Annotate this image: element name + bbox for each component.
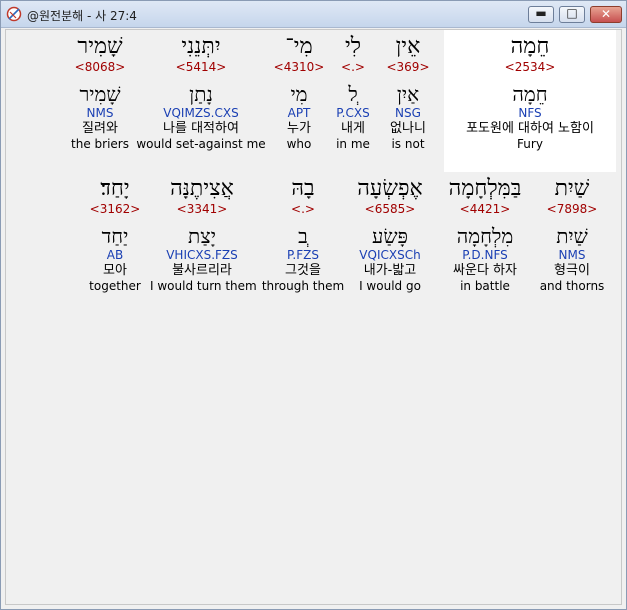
- minimize-icon: ▬: [535, 6, 547, 20]
- word-block[interactable]: יִתְּנֵנִי <5414> נָתַן VQIMZS.CXS 나를 대적…: [136, 34, 266, 152]
- hebrew-word: אֵין: [395, 34, 421, 59]
- hebrew-lemma: מִי: [290, 82, 308, 106]
- korean-gloss: 모아: [103, 263, 127, 278]
- parse-code: NFS: [518, 106, 542, 120]
- korean-gloss: 싸운다 하자: [453, 263, 517, 278]
- hebrew-lemma: שָׁמִיר: [79, 82, 121, 106]
- english-gloss: I would go: [359, 279, 421, 293]
- hebrew-word: שַׁיִת: [554, 176, 590, 201]
- parse-code: VHICXS.FZS: [166, 248, 238, 262]
- close-button[interactable]: ✕: [590, 6, 622, 23]
- parse-code: NSG: [395, 106, 421, 120]
- strong-number[interactable]: <3341>: [150, 202, 254, 216]
- english-gloss: in me: [336, 137, 370, 151]
- english-gloss: Fury: [517, 137, 543, 151]
- english-gloss: I would turn them: [150, 279, 257, 293]
- word-block[interactable]: יָחַד׃ <3162> יַחַד AB 모아 together: [84, 176, 146, 294]
- korean-gloss: 나를 대적하여: [163, 121, 239, 136]
- word-block[interactable]: לִי <.> ְל P.CXS 내게 in me: [328, 34, 378, 152]
- english-gloss: the briers: [71, 137, 129, 151]
- strong-number[interactable]: <369>: [376, 60, 440, 74]
- hebrew-word: אֶפְשְׂעָה: [357, 176, 423, 201]
- english-gloss: and thorns: [539, 279, 605, 293]
- korean-gloss: 형극이: [554, 263, 590, 278]
- hebrew-lemma: מִלְחָמָה: [456, 224, 514, 248]
- hebrew-lemma: ְל: [348, 82, 358, 106]
- hebrew-lemma: נָתַן: [189, 82, 213, 106]
- parse-code: AB: [106, 248, 124, 262]
- title-bar[interactable]: @원전분해 - 사 27:4 ▬ □ ✕: [1, 1, 626, 28]
- strong-number[interactable]: <8068>: [64, 60, 136, 74]
- hebrew-lemma: חֵמָה: [512, 82, 548, 106]
- hebrew-word: בָהּ: [291, 176, 315, 201]
- korean-gloss: 내게: [341, 121, 365, 136]
- app-window: @원전분해 - 사 27:4 ▬ □ ✕ חֵמָה <2534> חֵמָה …: [0, 0, 627, 610]
- parse-code: NMS: [558, 248, 586, 262]
- hebrew-word: אֲצִיתֶנָּה: [170, 176, 234, 201]
- word-block[interactable]: שַׁיִת <7898> שַׁיִת NMS 형극이 and thorns: [536, 176, 608, 294]
- strong-number[interactable]: <2534>: [444, 60, 616, 74]
- hebrew-word: שָׁמִיר: [77, 34, 123, 59]
- english-gloss: in battle: [460, 279, 510, 293]
- parse-code: NMS: [86, 106, 114, 120]
- strong-number[interactable]: <6585>: [346, 202, 434, 216]
- hebrew-lemma: יַחַד: [101, 224, 129, 248]
- parse-code: P.CXS: [336, 106, 370, 120]
- maximize-icon: □: [566, 6, 578, 20]
- maximize-button[interactable]: □: [559, 6, 585, 23]
- parse-code: P.D.NFS: [462, 248, 508, 262]
- parse-code: P.FZS: [287, 248, 319, 262]
- hebrew-word: יִתְּנֵנִי: [181, 34, 221, 59]
- word-block[interactable]: מִי־ <4310> מִי APT 누가 who: [272, 34, 326, 152]
- strong-number[interactable]: <.>: [258, 202, 348, 216]
- english-gloss: together: [89, 279, 141, 293]
- word-block[interactable]: בַּמִּלְחָמָה <4421> מִלְחָמָה P.D.NFS 싸…: [438, 176, 532, 294]
- strong-number[interactable]: <3162>: [84, 202, 146, 216]
- hebrew-lemma: ְב: [298, 224, 308, 248]
- english-gloss: through them: [261, 279, 345, 293]
- english-gloss: would set-against me: [136, 137, 266, 151]
- strong-number[interactable]: <7898>: [536, 202, 608, 216]
- hebrew-word: בַּמִּלְחָמָה: [448, 176, 522, 201]
- parse-code: APT: [287, 106, 311, 120]
- app-logo-icon: [6, 6, 22, 22]
- word-block[interactable]: חֵמָה <2534> חֵמָה NFS 포도원에 대하여 노함이 Fury: [444, 34, 616, 152]
- minimize-button[interactable]: ▬: [528, 6, 554, 23]
- korean-gloss: 불사르리라: [172, 263, 232, 278]
- word-block[interactable]: שָׁמִיר <8068> שָׁמִיר NMS 질려와 the brier…: [64, 34, 136, 152]
- strong-number[interactable]: <5414>: [136, 60, 266, 74]
- word-block[interactable]: אֶפְשְׂעָה <6585> פָּשַׂע VQICXSCh 내가-밟고…: [346, 176, 434, 294]
- parse-code: VQIMZS.CXS: [163, 106, 239, 120]
- window-title: @원전분해 - 사 27:4: [27, 9, 137, 23]
- hebrew-lemma: פָּשַׂע: [372, 224, 408, 248]
- english-gloss: is not: [391, 137, 425, 151]
- korean-gloss: 누가: [287, 121, 311, 136]
- hebrew-lemma: אַיִן: [396, 82, 420, 106]
- strong-number[interactable]: <4310>: [272, 60, 326, 74]
- korean-gloss: 없나니: [390, 121, 426, 136]
- hebrew-word: מִי־: [285, 34, 313, 59]
- korean-gloss: 질려와: [82, 121, 118, 136]
- strong-number[interactable]: <.>: [328, 60, 378, 74]
- korean-gloss: 그것을: [285, 263, 321, 278]
- hebrew-word: יָחַד׃: [100, 176, 130, 201]
- korean-gloss: 포도원에 대하여 노함이: [466, 121, 594, 136]
- strong-number[interactable]: <4421>: [438, 202, 532, 216]
- hebrew-word: לִי: [344, 34, 362, 59]
- korean-gloss: 내가-밟고: [363, 263, 417, 278]
- interlinear-panel: חֵמָה <2534> חֵמָה NFS 포도원에 대하여 노함이 Fury…: [5, 29, 622, 605]
- word-block[interactable]: אֵין <369> אַיִן NSG 없나니 is not: [376, 34, 440, 152]
- word-block[interactable]: אֲצִיתֶנָּה <3341> יָצַת VHICXS.FZS 불사르리…: [150, 176, 257, 294]
- english-gloss: who: [286, 137, 312, 151]
- hebrew-lemma: שַׁיִת: [556, 224, 588, 248]
- word-block[interactable]: בָהּ <.> ְב P.FZS 그것을 through them: [258, 176, 348, 294]
- hebrew-word: חֵמָה: [510, 34, 550, 59]
- parse-code: VQICXSCh: [359, 248, 421, 262]
- close-icon: ✕: [600, 7, 612, 21]
- hebrew-lemma: יָצַת: [188, 224, 216, 248]
